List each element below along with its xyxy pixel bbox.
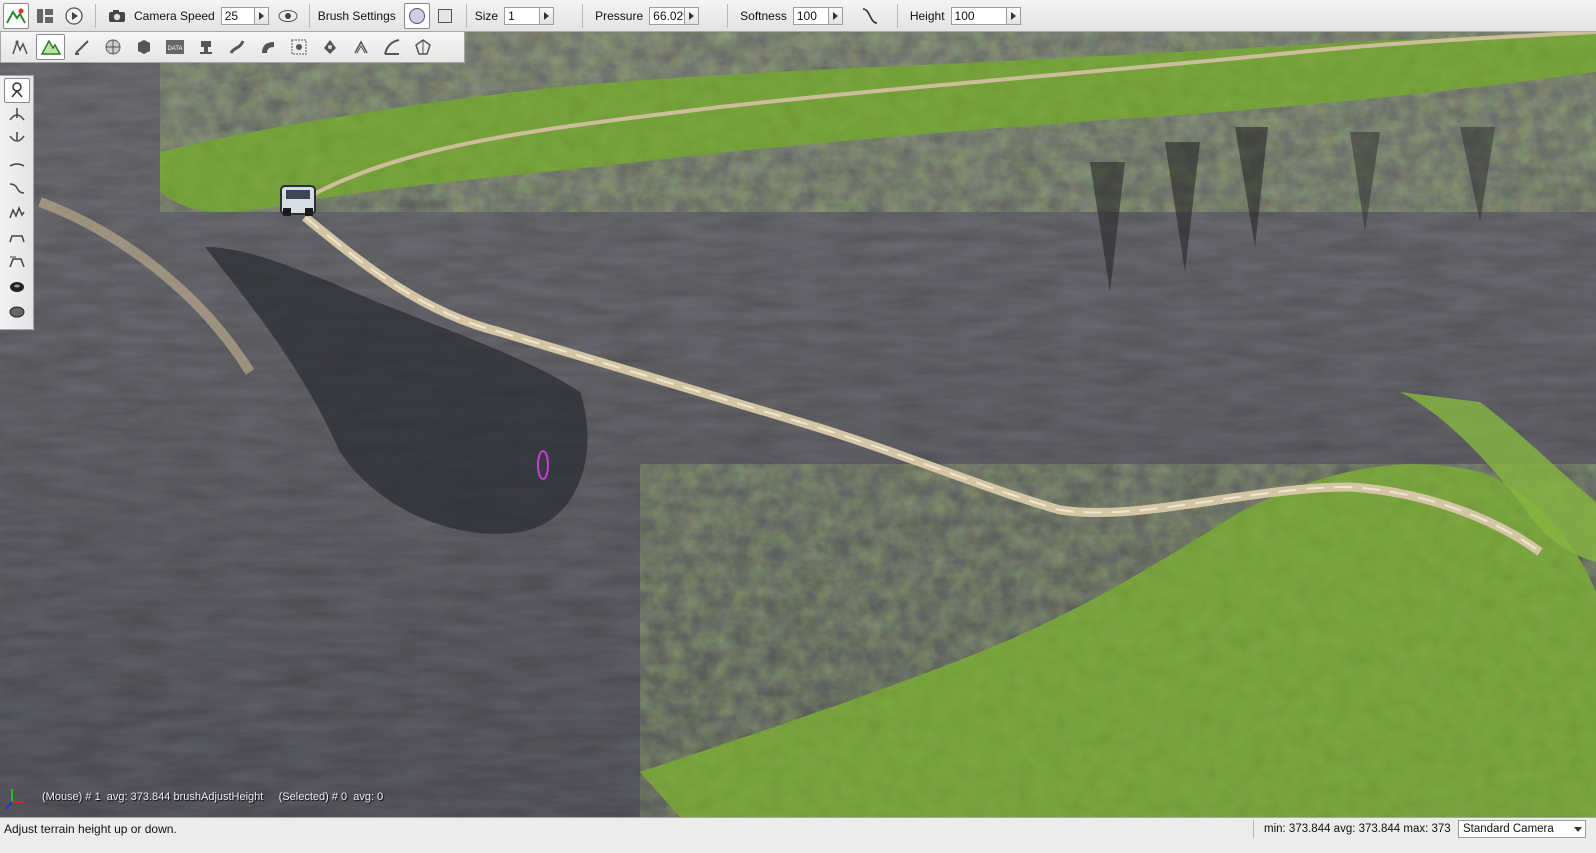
toolbar-separator: [95, 3, 96, 28]
toolbar-separator: [465, 3, 467, 28]
height-label: Height: [909, 8, 945, 23]
terrain-brush-palette: [0, 75, 34, 330]
softness-curve-icon[interactable]: [857, 3, 883, 29]
pressure-arrow[interactable]: [685, 6, 700, 25]
3d-viewport[interactable]: [0, 32, 1596, 817]
road-icon[interactable]: [191, 34, 220, 60]
softness-label: Softness: [740, 8, 787, 23]
editor-tool-strip: DATA: [0, 32, 465, 63]
terrain-scene[interactable]: [0, 32, 1596, 817]
smooth-icon[interactable]: [4, 152, 30, 177]
circle-brush-icon[interactable]: [403, 2, 430, 29]
softness-arrow[interactable]: [828, 6, 843, 25]
square-brush-icon[interactable]: [432, 3, 458, 29]
grab-terrain-icon[interactable]: [3, 78, 30, 103]
softness-field[interactable]: 100: [792, 6, 829, 25]
slope-icon[interactable]: [4, 176, 30, 201]
datablock-icon[interactable]: DATA: [160, 34, 189, 60]
brush-settings-label: Brush Settings: [317, 8, 396, 23]
vehicle[interactable]: [280, 185, 316, 216]
camera-mode-select[interactable]: Standard Camera: [1458, 820, 1586, 838]
datablock-badge-text: DATA: [167, 46, 182, 52]
camera-icon[interactable]: [104, 3, 130, 29]
toolbar-separator: [308, 3, 310, 28]
camera-speed-field[interactable]: 25: [220, 6, 255, 25]
size-stepper[interactable]: 1: [504, 6, 555, 25]
size-field[interactable]: 1: [504, 6, 541, 25]
raise-height-icon[interactable]: [4, 103, 30, 128]
main-toolbar: Camera Speed 25 Brush Settings Size 1 Pr…: [0, 0, 1596, 32]
viewport-info: (Mouse) # 1 avg: 373.844 brushAdjustHeig…: [42, 791, 384, 803]
clear-empty-icon[interactable]: [4, 299, 30, 324]
size-label: Size: [474, 8, 499, 23]
decal-icon[interactable]: [129, 34, 158, 60]
mesh-road-icon[interactable]: [253, 34, 282, 60]
forest-icon[interactable]: [284, 34, 313, 60]
softness-stepper[interactable]: 100: [792, 6, 843, 25]
play-game-icon[interactable]: [61, 3, 87, 29]
camera-speed-label: Camera Speed: [134, 8, 215, 23]
flatten-icon[interactable]: [4, 225, 30, 250]
mission-area-icon[interactable]: [315, 34, 344, 60]
terrain-editor-icon[interactable]: [36, 34, 65, 60]
river-icon[interactable]: [222, 34, 251, 60]
set-empty-icon[interactable]: [4, 274, 30, 299]
camera-mode-value: Standard Camera: [1463, 823, 1554, 835]
status-bar: Adjust terrain height up or down. min: 3…: [0, 817, 1596, 853]
chevron-down-icon: [1574, 827, 1582, 832]
decal-road-icon[interactable]: [377, 34, 406, 60]
height-field[interactable]: 100: [950, 6, 1007, 25]
gui-editor-icon[interactable]: [32, 3, 58, 29]
toolbar-separator: [582, 3, 584, 28]
terrain-painter-icon[interactable]: [67, 34, 96, 60]
pressure-stepper[interactable]: 66.029: [649, 6, 700, 25]
world-editor-icon[interactable]: [3, 2, 29, 29]
object-select-icon[interactable]: [5, 34, 34, 60]
convex-shape-icon[interactable]: [408, 34, 437, 60]
lower-height-icon[interactable]: [4, 127, 30, 152]
toolbar-separator: [896, 3, 898, 28]
pressure-label: Pressure: [595, 8, 644, 23]
status-message: Adjust terrain height up or down.: [4, 822, 177, 836]
height-stepper[interactable]: 100: [950, 6, 1021, 25]
size-arrow[interactable]: [540, 6, 555, 25]
toolbar-separator: [727, 3, 729, 28]
noise-icon[interactable]: [4, 201, 30, 226]
material-icon[interactable]: [98, 34, 127, 60]
height-arrow[interactable]: [1006, 6, 1021, 25]
set-height-icon[interactable]: [4, 250, 30, 275]
pressure-field[interactable]: 66.029: [649, 6, 686, 25]
height-stats: min: 373.844 avg: 373.844 max: 373: [1253, 820, 1451, 838]
camera-speed-stepper[interactable]: 25: [220, 6, 269, 25]
camera-speed-arrow[interactable]: [254, 6, 269, 25]
particle-icon[interactable]: [346, 34, 375, 60]
visibility-eye-icon[interactable]: [275, 3, 301, 29]
